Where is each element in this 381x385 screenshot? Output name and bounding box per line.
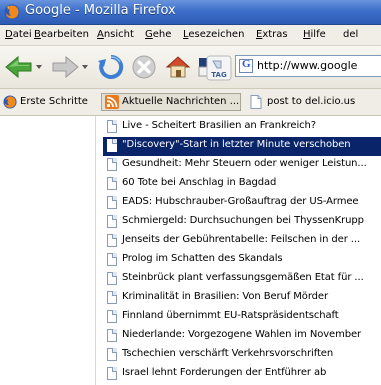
menu-extras[interactable]: Extras — [256, 29, 288, 40]
page-icon — [107, 253, 117, 266]
page-icon — [107, 177, 117, 190]
bookmark-label: post to del.icio.us — [267, 96, 356, 107]
bookmark-erste-schritte[interactable]: Erste Schritte — [0, 93, 100, 111]
forward-icon[interactable] — [50, 54, 80, 80]
menu-ansicht[interactable]: Ansicht — [97, 29, 134, 40]
window-title: Google - Mozilla Firefox — [25, 3, 176, 18]
forward-dropdown-icon[interactable] — [81, 63, 89, 71]
address-text: http://www.google — [257, 59, 358, 72]
home-icon[interactable] — [164, 53, 192, 81]
feed-item[interactable]: Finnland übernimmt EU-Ratspräsidentschaf… — [103, 308, 381, 327]
menu-gehe[interactable]: Gehe — [145, 29, 171, 40]
feed-item[interactable]: Gesundheit: Mehr Steuern oder weniger Le… — [103, 156, 381, 175]
page-icon — [107, 348, 117, 361]
menu-delicious[interactable]: del — [343, 29, 358, 40]
tag-label: TAG — [211, 71, 227, 79]
feed-item[interactable]: Tschechien verschärft Verkehrsvorschrift… — [103, 346, 381, 365]
sidebar-panel — [0, 116, 96, 385]
firefox-icon — [3, 95, 17, 109]
page-icon — [107, 310, 117, 323]
feed-item[interactable]: 60 Tote bei Anschlag in Bagdad — [103, 175, 381, 194]
bookmark-label: Erste Schritte — [20, 96, 88, 107]
page-icon — [107, 120, 117, 133]
stop-icon[interactable] — [131, 54, 157, 80]
feed-item[interactable]: EADS: Hubschrauber-Großauftrag der US-Ar… — [103, 194, 381, 213]
page-icon — [107, 215, 117, 228]
reload-icon[interactable] — [97, 53, 125, 81]
feed-item[interactable]: Niederlande: Vorgezogene Wahlen im Novem… — [103, 327, 381, 346]
page-icon — [107, 329, 117, 342]
menu-bar: Datei Bearbeiten Ansicht Gehe Lesezeiche… — [0, 25, 381, 46]
bookmark-label: Aktuelle Nachrichten ... — [122, 96, 240, 107]
tag-icon[interactable]: TAG — [206, 55, 232, 81]
rss-feed-icon — [105, 95, 119, 109]
navigation-toolbar: TAG G http://www.google — [0, 46, 381, 89]
feed-item-selected[interactable]: "Discovery"-Start in letzter Minute vers… — [103, 137, 381, 156]
firefox-icon — [4, 4, 20, 20]
menu-bearbeiten[interactable]: Bearbeiten — [34, 29, 89, 40]
page-icon — [107, 367, 117, 380]
page-icon — [107, 196, 117, 209]
bookmark-post-to-delicious[interactable]: post to del.icio.us — [247, 93, 381, 111]
feed-item[interactable]: Schmiergeld: Durchsuchungen bei ThyssenK… — [103, 213, 381, 232]
page-icon — [250, 95, 262, 109]
back-icon[interactable] — [4, 54, 34, 80]
feed-item[interactable]: Jenseits der Gebührentabelle: Feilschen … — [103, 232, 381, 251]
google-favicon-icon: G — [239, 58, 253, 73]
feed-item[interactable]: Prolog im Schatten des Skandals — [103, 251, 381, 270]
menu-datei[interactable]: Datei — [5, 29, 32, 40]
bookmarks-toolbar: Erste Schritte Aktuelle Nachrichten ... … — [0, 89, 381, 116]
feed-item[interactable]: Israel lehnt Forderungen der Entführer a… — [103, 365, 381, 384]
content-area: Live - Scheitert Brasilien an Frankreich… — [0, 116, 381, 385]
menu-hilfe[interactable]: Hilfe — [303, 29, 326, 40]
page-icon — [107, 291, 117, 304]
feed-dropdown-list: Live - Scheitert Brasilien an Frankreich… — [103, 118, 381, 384]
feed-item[interactable]: Kriminalität in Brasilien: Von Beruf Mör… — [103, 289, 381, 308]
page-icon — [107, 158, 117, 171]
feed-item[interactable]: Steinbrück plant verfassungsgemäßen Etat… — [103, 270, 381, 289]
page-icon — [107, 139, 117, 152]
page-icon — [107, 234, 117, 247]
menu-lesezeichen[interactable]: Lesezeichen — [183, 29, 244, 40]
title-bar[interactable]: Google - Mozilla Firefox — [0, 0, 381, 25]
back-dropdown-icon[interactable] — [35, 63, 43, 71]
bookmark-aktuelle-nachrichten[interactable]: Aktuelle Nachrichten ... — [101, 93, 241, 111]
feed-item[interactable]: Live - Scheitert Brasilien an Frankreich… — [103, 118, 381, 137]
address-bar[interactable]: G http://www.google — [235, 55, 381, 77]
page-icon — [107, 272, 117, 285]
